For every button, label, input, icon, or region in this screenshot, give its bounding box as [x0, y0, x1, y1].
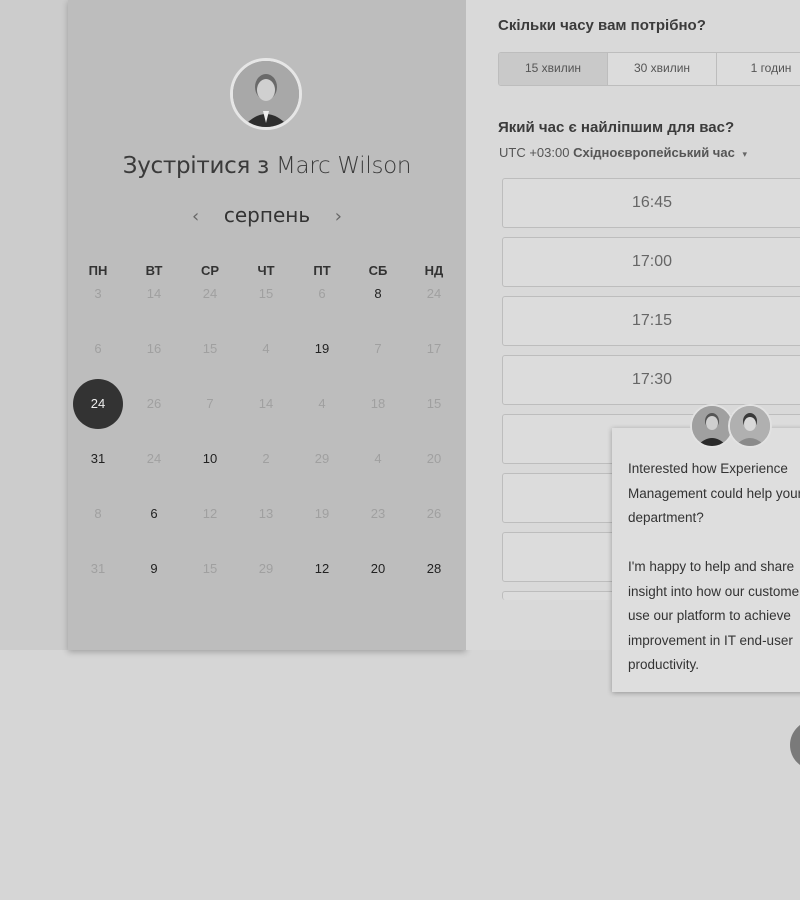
- calendar-day: 8: [94, 506, 102, 521]
- calendar-day-selected[interactable]: 24: [73, 379, 123, 429]
- calendar-day: 2: [262, 451, 270, 466]
- calendar-day: 29: [258, 561, 274, 576]
- calendar-day: 24: [426, 286, 442, 301]
- duration-tab[interactable]: 1 годин: [717, 53, 800, 85]
- calendar-day[interactable]: 20: [353, 544, 403, 594]
- calendar-day: 17: [426, 341, 442, 356]
- calendar-day: 7: [374, 341, 382, 356]
- calendar-day: 14: [258, 396, 274, 411]
- calendar-day: 3: [94, 286, 102, 301]
- calendar-day[interactable]: 12: [297, 544, 347, 594]
- month-navigation: ‹ серпень ›: [68, 203, 466, 227]
- calendar-panel: Зустрітися з Marc Wilson ‹ серпень › ПН В…: [68, 0, 466, 650]
- time-slot[interactable]: 17:00: [502, 237, 800, 287]
- duration-tab[interactable]: 15 хвилин: [499, 53, 608, 85]
- calendar-day: 12: [202, 506, 218, 521]
- timezone-name: Східноєвропейський час: [573, 145, 735, 160]
- calendar-day: 7: [206, 396, 214, 411]
- calendar-day: 16: [146, 341, 162, 356]
- calendar-day: 24: [146, 451, 162, 466]
- chat-launcher-button[interactable]: [790, 720, 800, 770]
- time-question: Який час є найліпшим для вас?: [498, 119, 735, 136]
- calendar-day: 19: [314, 506, 330, 521]
- calendar-day: 13: [258, 506, 274, 521]
- host-name: Marc Wilson: [275, 153, 412, 179]
- calendar-day[interactable]: 19: [297, 324, 347, 374]
- calendar-day: 15: [202, 341, 218, 356]
- timezone-selector[interactable]: UTC +03:00 Східноєвропейський час ▾: [499, 145, 747, 160]
- host-avatar: [230, 58, 302, 130]
- calendar-day[interactable]: 6: [129, 489, 179, 539]
- time-slot[interactable]: 17:15: [502, 296, 800, 346]
- calendar-day: 14: [146, 286, 162, 301]
- timezone-offset: UTC +03:00: [499, 145, 570, 160]
- calendar-day: 15: [258, 286, 274, 301]
- prev-month-icon[interactable]: ‹: [181, 206, 211, 227]
- agent-avatar-2: [728, 404, 772, 448]
- calendar-day[interactable]: 31: [73, 434, 123, 484]
- calendar-day: 4: [374, 451, 382, 466]
- calendar-day: 15: [426, 396, 442, 411]
- duration-question: Скільки часу вам потрібно?: [498, 17, 706, 34]
- chevron-down-icon: ▾: [742, 149, 747, 159]
- calendar-day: 15: [202, 561, 218, 576]
- calendar-day: 4: [318, 396, 326, 411]
- duration-tabs: 15 хвилин 30 хвилин 1 годин: [498, 52, 800, 86]
- chat-message: Interested how Experience Management cou…: [628, 461, 800, 672]
- calendar-day: 31: [90, 561, 106, 576]
- month-label: серпень: [223, 203, 311, 227]
- calendar-day: 4: [262, 341, 270, 356]
- calendar-day: 26: [426, 506, 442, 521]
- calendar-day: 20: [426, 451, 442, 466]
- next-month-icon[interactable]: ›: [323, 206, 353, 227]
- calendar-day: 6: [94, 341, 102, 356]
- calendar-day: 24: [202, 286, 218, 301]
- calendar-day: 6: [318, 286, 326, 301]
- calendar-day: 23: [370, 506, 386, 521]
- calendar-day[interactable]: 8: [353, 269, 403, 319]
- time-slot[interactable]: 17:30: [502, 355, 800, 405]
- calendar-day: 18: [370, 396, 386, 411]
- calendar-day[interactable]: 10: [185, 434, 235, 484]
- meet-title: Зустрітися з Marc Wilson: [68, 153, 466, 179]
- calendar-day: 26: [146, 396, 162, 411]
- calendar-day[interactable]: 28: [409, 544, 459, 594]
- time-slot[interactable]: 16:45: [502, 178, 800, 228]
- chat-popup[interactable]: Interested how Experience Management cou…: [612, 428, 800, 692]
- duration-tab[interactable]: 30 хвилин: [608, 53, 717, 85]
- calendar-day[interactable]: 9: [129, 544, 179, 594]
- calendar-day: 29: [314, 451, 330, 466]
- meet-title-prefix: Зустрітися з: [122, 153, 269, 179]
